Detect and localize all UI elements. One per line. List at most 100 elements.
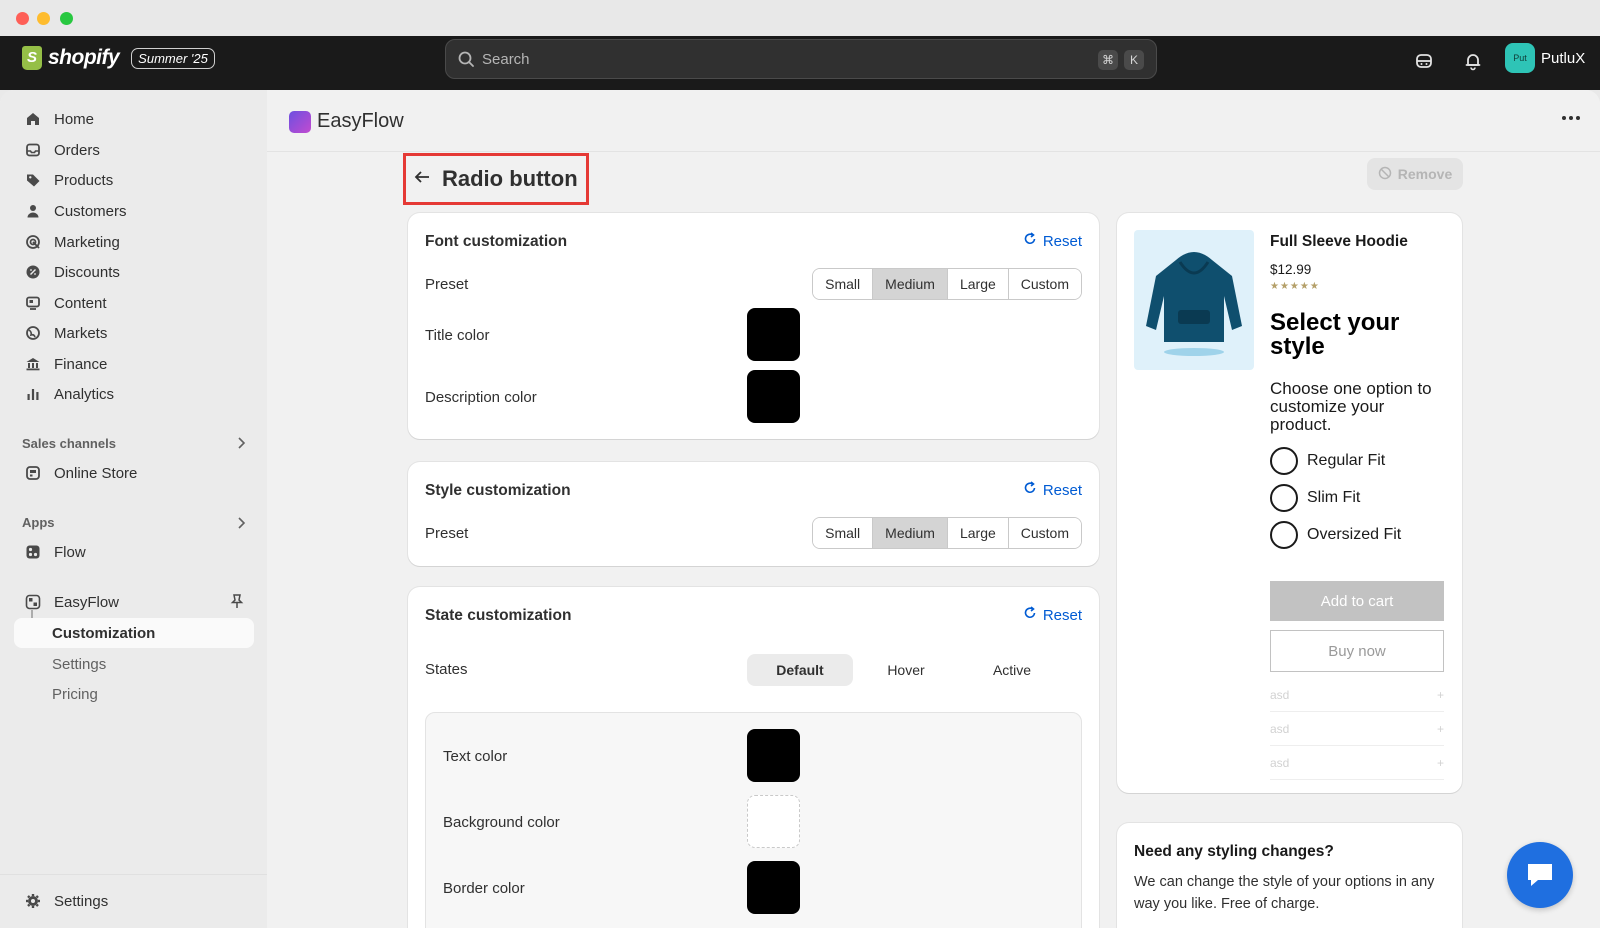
buy-now-button[interactable]: Buy now [1270, 630, 1444, 672]
accordion-label: asd [1270, 721, 1290, 736]
sidebar-item-customers[interactable]: Customers [14, 196, 254, 226]
bank-icon [24, 355, 42, 373]
sidebar-item-content[interactable]: Content [14, 288, 254, 318]
preset-large[interactable]: Large [946, 518, 1008, 548]
page-title: Radio button [442, 166, 578, 191]
preset-medium[interactable]: Medium [872, 518, 947, 548]
refresh-icon [1023, 232, 1037, 250]
bell-icon[interactable] [1463, 51, 1483, 76]
radio-circle [1270, 484, 1298, 512]
sidebar-item-discounts[interactable]: Discounts [14, 257, 254, 287]
preset-large[interactable]: Large [946, 269, 1008, 299]
sidebar-item-pricing[interactable]: Pricing [14, 679, 254, 709]
sidebar-item-finance[interactable]: Finance [14, 349, 254, 379]
add-to-cart-button[interactable]: Add to cart [1270, 581, 1444, 621]
close-window-button[interactable] [16, 12, 29, 25]
sidebar-item-label: Home [54, 110, 95, 128]
more-actions-icon[interactable] [1562, 116, 1580, 120]
radio-option[interactable]: Slim Fit [1270, 484, 1360, 512]
bar-chart-icon [24, 385, 42, 403]
border-color-swatch[interactable] [747, 861, 800, 914]
sidebar-item-label: Customers [54, 202, 127, 220]
accordion-row[interactable]: asd + [1270, 712, 1444, 746]
search-placeholder: Search [482, 50, 530, 68]
reset-link[interactable]: Reset [1023, 606, 1082, 624]
plus-icon: + [1436, 687, 1444, 702]
rating-stars: ★★★★★ [1270, 281, 1320, 292]
shopify-logo[interactable]: S shopify Summer '25 [22, 46, 215, 70]
search-bar[interactable]: Search ⌘ K [445, 39, 1157, 79]
pin-icon[interactable] [230, 593, 244, 614]
maximize-window-button[interactable] [60, 12, 73, 25]
app-header: EasyFlow [267, 90, 1600, 152]
person-icon [24, 202, 42, 220]
refresh-icon [1023, 481, 1037, 499]
sidebar-item-settings-main[interactable]: Settings [14, 886, 254, 916]
tab-hover[interactable]: Hover [853, 654, 959, 686]
sidebar-item-flow[interactable]: Flow [14, 537, 254, 567]
description-color-swatch[interactable] [747, 370, 800, 423]
minimize-window-button[interactable] [37, 12, 50, 25]
sidebar-item-products[interactable]: Products [14, 165, 254, 195]
sidebar-item-marketing[interactable]: Marketing [14, 227, 254, 257]
store-name[interactable]: PutluX [1541, 50, 1585, 67]
sidebar-item-label: EasyFlow [54, 593, 120, 611]
sidebar-item-customization[interactable]: Customization [14, 618, 254, 648]
k-key-hint: K [1124, 50, 1144, 70]
chat-button[interactable] [1507, 842, 1573, 908]
chevron-right-icon[interactable] [236, 516, 246, 535]
card-title: Style customization [425, 482, 571, 499]
preset-custom[interactable]: Custom [1007, 269, 1081, 299]
main-content: EasyFlow Radio button Remove Font custom… [267, 90, 1600, 928]
avatar[interactable]: Put [1505, 43, 1535, 73]
sidebar-item-analytics[interactable]: Analytics [14, 379, 254, 409]
sidebar-item-label: Online Store [54, 464, 138, 482]
sidebar-item-home[interactable]: Home [14, 104, 254, 134]
sidebar-item-easyflow[interactable]: EasyFlow [14, 587, 254, 617]
gear-icon [24, 892, 42, 910]
radio-option-label: Slim Fit [1307, 489, 1361, 506]
tab-default[interactable]: Default [747, 654, 853, 686]
accordion-row[interactable]: asd + [1270, 746, 1444, 780]
help-title: Need any styling changes? [1134, 843, 1334, 860]
preset-custom[interactable]: Custom [1007, 518, 1081, 548]
preset-small[interactable]: Small [813, 269, 873, 299]
remove-button[interactable]: Remove [1367, 158, 1463, 190]
sidekick-icon[interactable] [1414, 51, 1434, 76]
preset-segmented-control: Small Medium Large Custom [812, 268, 1082, 300]
sidebar: Home Orders Products Customers Marketing… [0, 90, 267, 928]
radio-option[interactable]: Regular Fit [1270, 447, 1385, 475]
sidebar-item-orders[interactable]: Orders [14, 135, 254, 165]
preset-medium[interactable]: Medium [872, 269, 947, 299]
sidebar-item-markets[interactable]: Markets [14, 318, 254, 348]
text-color-swatch[interactable] [747, 729, 800, 782]
chevron-right-icon[interactable] [236, 436, 246, 455]
edition-badge[interactable]: Summer '25 [131, 47, 215, 69]
reset-label: Reset [1042, 481, 1082, 499]
tab-active[interactable]: Active [959, 654, 1065, 686]
preset-small[interactable]: Small [813, 518, 873, 548]
sidebar-item-label: Finance [54, 355, 108, 373]
reset-link[interactable]: Reset [1023, 481, 1082, 499]
sidebar-item-label: Pricing [52, 685, 98, 703]
sidebar-item-online-store[interactable]: Online Store [14, 458, 254, 488]
style-customization-card: Style customization Reset Preset Small M… [408, 462, 1099, 566]
sidebar-item-label: Settings [52, 655, 107, 673]
inbox-icon [24, 141, 42, 159]
description-color-label: Description color [425, 389, 537, 406]
radio-option[interactable]: Oversized Fit [1270, 521, 1401, 549]
accordion-label: asd [1270, 755, 1290, 770]
page-title-highlight: Radio button [403, 153, 589, 205]
reset-link[interactable]: Reset [1023, 232, 1082, 250]
search-icon [458, 51, 474, 67]
accordion-row[interactable]: asd + [1270, 678, 1444, 712]
radio-circle [1270, 447, 1298, 475]
discount-icon [24, 263, 42, 281]
sidebar-item-settings[interactable]: Settings [14, 649, 254, 679]
plus-icon: + [1436, 721, 1444, 736]
back-arrow-icon[interactable] [414, 170, 430, 189]
title-color-swatch[interactable] [747, 308, 800, 361]
states-tabs: Default Hover Active [747, 654, 1065, 686]
background-color-swatch[interactable] [747, 795, 800, 848]
cmd-key-hint: ⌘ [1098, 50, 1118, 70]
